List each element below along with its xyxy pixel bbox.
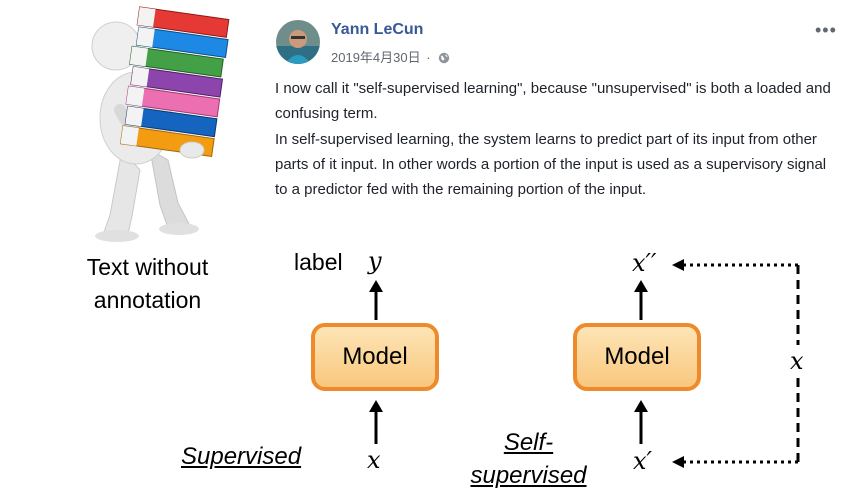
post-author-link[interactable]: Yann LeCun [331,21,423,39]
avatar-photo-icon [276,20,320,64]
binders-figure-icon [91,6,230,242]
label-supervised: Supervised [181,443,302,470]
post-paragraph-1: I now call it "self-supervised learning"… [275,80,831,122]
meta-separator: · [426,50,431,65]
post-meta: 2019年4月30日 · [331,47,450,67]
arrowhead-y [369,280,383,292]
variable-y: y [368,247,382,275]
variable-x-supervised: x [367,446,381,474]
model-label: Model [342,343,408,370]
person-carrying-binders-illustration [60,0,260,245]
caption-line-2: annotation [93,287,202,313]
post-paragraph-2: In self-supervised learning, the system … [275,131,827,198]
model-box-self-supervised: Model [573,323,701,391]
variable-x-prime: x′ [633,447,652,475]
arrowhead-dotted-x-dprime [672,259,684,271]
variable-x-double-prime: x′′ [632,249,657,277]
globe-icon [438,52,450,67]
arrowhead-model-sup [369,400,383,412]
label-self-line-1: Self- [503,429,554,456]
more-options-icon[interactable]: ••• [815,20,837,41]
label-self-line-2: supervised [470,462,587,489]
label-self-supervised: Self- supervised [466,426,591,492]
avatar[interactable] [276,20,320,64]
label-word: label [294,249,343,275]
model-label: Model [604,343,670,370]
caption-line-1: Text without [86,254,209,280]
post-date[interactable]: 2019年4月30日 [331,50,421,65]
arrowhead-dotted-x-prime [672,456,684,468]
variable-x-feedback: x [790,347,804,375]
arrowhead-model-self [634,400,648,412]
caption-text-without-annotation: Text without annotation [55,251,240,317]
model-box-supervised: Model [311,323,439,391]
arrowhead-x-dprime [634,280,648,292]
